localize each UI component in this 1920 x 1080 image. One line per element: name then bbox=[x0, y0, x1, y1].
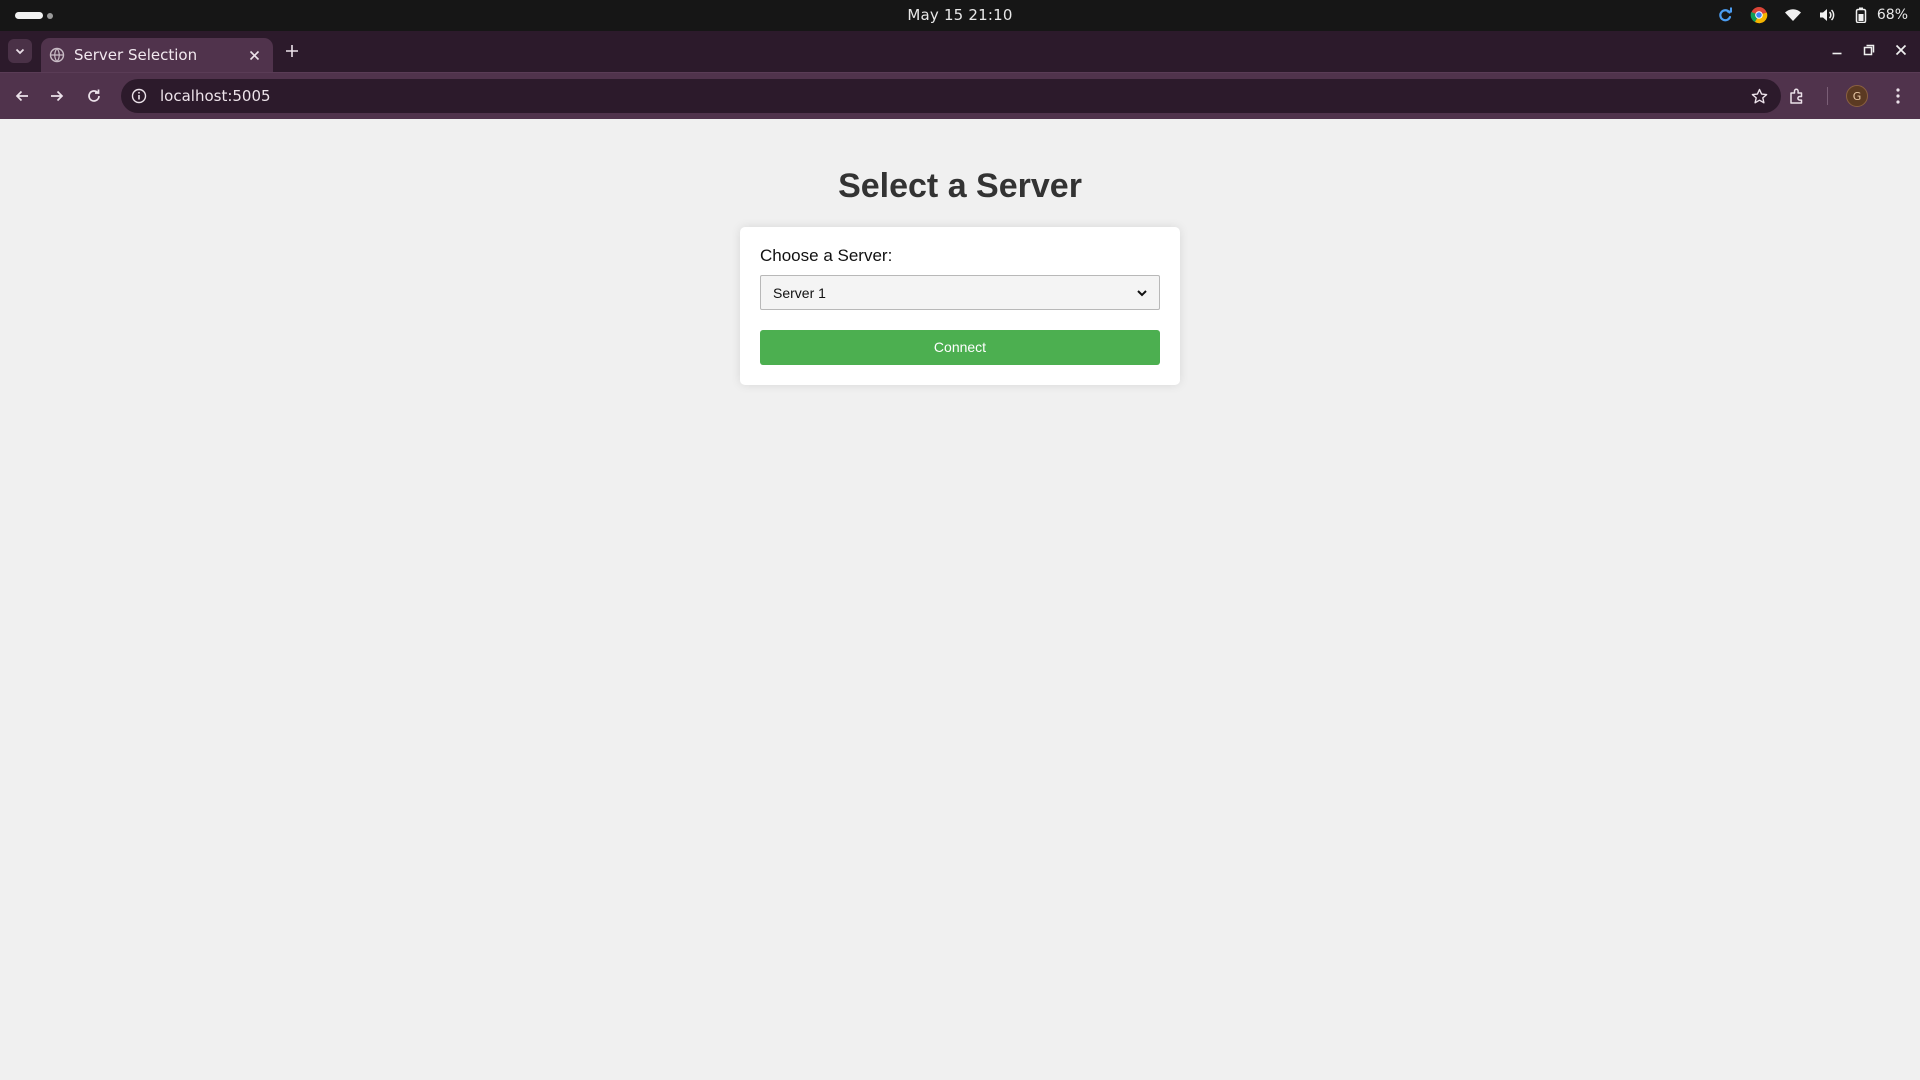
tab-server-selection[interactable]: Server Selection bbox=[41, 38, 273, 72]
chrome-icon[interactable] bbox=[1749, 5, 1769, 25]
os-top-bar: May 15 21:10 68% bbox=[0, 0, 1920, 31]
close-window-button[interactable] bbox=[1892, 41, 1910, 59]
server-select[interactable]: Server 1 bbox=[760, 275, 1160, 310]
more-menu-icon[interactable] bbox=[1886, 84, 1910, 108]
browser-tab-strip: Server Selection bbox=[0, 31, 1920, 72]
chevron-down-icon bbox=[1135, 286, 1149, 300]
clock[interactable]: May 15 21:10 bbox=[0, 6, 1920, 24]
plus-icon bbox=[286, 45, 298, 57]
toolbar-divider bbox=[1827, 87, 1828, 105]
globe-icon bbox=[49, 47, 65, 63]
bookmark-star-icon[interactable] bbox=[1749, 86, 1769, 106]
wifi-icon[interactable] bbox=[1783, 5, 1803, 25]
reload-button[interactable] bbox=[83, 85, 105, 107]
refresh-icon[interactable] bbox=[1715, 5, 1735, 25]
server-selection-card: Choose a Server: Server 1 Connect bbox=[740, 227, 1180, 385]
arrow-left-icon bbox=[15, 90, 28, 102]
back-button[interactable] bbox=[11, 85, 33, 107]
battery-percentage: 68% bbox=[1876, 7, 1908, 23]
battery-icon[interactable] bbox=[1851, 5, 1871, 25]
profile-avatar[interactable]: G bbox=[1846, 85, 1868, 107]
page-title: Select a Server bbox=[838, 167, 1082, 205]
page-content: Select a Server Choose a Server: Server … bbox=[0, 119, 1920, 1080]
extensions-icon[interactable] bbox=[1785, 84, 1809, 108]
volume-icon[interactable] bbox=[1817, 5, 1837, 25]
reload-icon bbox=[88, 89, 100, 102]
new-tab-button[interactable] bbox=[282, 41, 302, 61]
browser-toolbar: localhost:5005 G bbox=[0, 72, 1920, 119]
tab-search-button[interactable] bbox=[8, 39, 32, 63]
site-info-icon[interactable] bbox=[130, 87, 148, 105]
address-bar[interactable]: localhost:5005 bbox=[121, 79, 1781, 113]
minimize-button[interactable] bbox=[1828, 41, 1846, 59]
selected-server: Server 1 bbox=[773, 284, 826, 301]
url-text[interactable]: localhost:5005 bbox=[160, 87, 1749, 105]
window-controls bbox=[1828, 41, 1910, 59]
forward-button[interactable] bbox=[46, 85, 68, 107]
toolbar-actions: G bbox=[1785, 84, 1910, 108]
tab-title: Server Selection bbox=[74, 46, 198, 64]
close-tab-icon[interactable] bbox=[245, 46, 263, 64]
arrow-right-icon bbox=[51, 90, 64, 102]
chevron-down-icon bbox=[15, 48, 25, 55]
connect-button[interactable]: Connect bbox=[760, 330, 1160, 365]
system-tray[interactable]: 68% bbox=[1715, 5, 1908, 25]
restore-button[interactable] bbox=[1860, 41, 1878, 59]
server-select-label: Choose a Server: bbox=[760, 246, 893, 265]
